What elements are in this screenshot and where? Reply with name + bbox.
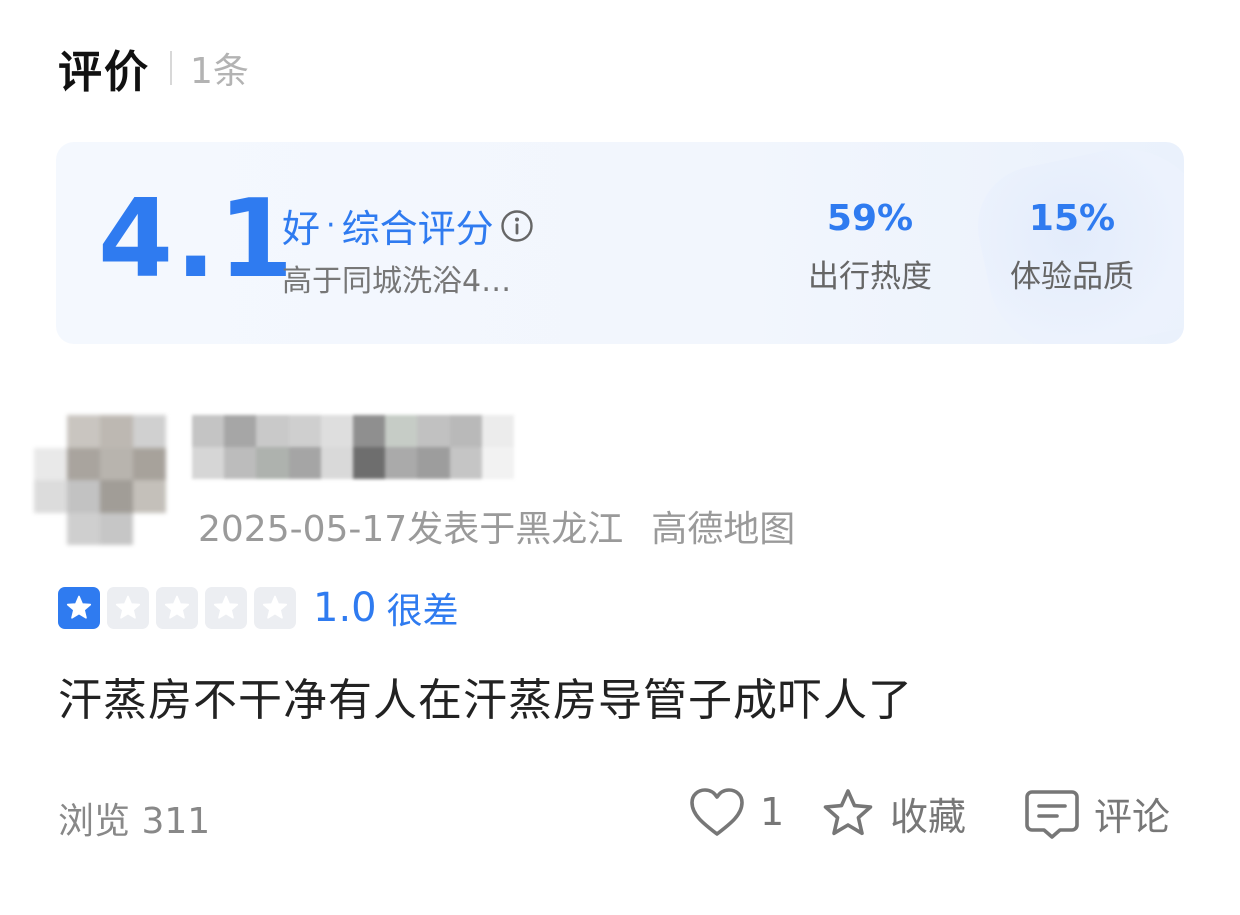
overall-score: 4.1 — [98, 177, 296, 302]
star-empty-icon — [156, 587, 198, 629]
rating-text: 很差 — [386, 591, 459, 632]
review-date-location: 2025-05-17发表于黑龙江 — [198, 509, 624, 550]
comment-label: 评论 — [1094, 795, 1171, 839]
review-content: 汗蒸房不干净有人在汗蒸房导管子成吓人了 — [58, 675, 913, 726]
stat-label: 体验品质 — [1010, 259, 1134, 295]
review-rating: 1.0 很差 — [58, 582, 459, 634]
score-comparison: 高于同城洗浴4… — [282, 264, 512, 299]
star-filled-icon — [58, 587, 100, 629]
heart-icon — [690, 788, 744, 836]
reviews-header: 评价 1条 — [58, 40, 249, 98]
review-count: 1条 — [190, 51, 249, 92]
stat-experience-quality: 15% 体验品质 — [1002, 198, 1142, 296]
star-empty-icon — [205, 587, 247, 629]
view-count: 浏览 311 — [58, 801, 211, 842]
rating-value: 1.0 — [313, 585, 377, 631]
stat-value: 15% — [1028, 198, 1116, 239]
score-label: 综合评分 — [341, 207, 494, 251]
info-icon[interactable] — [500, 209, 534, 243]
like-button[interactable]: 1 — [688, 786, 784, 838]
score-level-row[interactable]: 好 · 综合评分 — [282, 198, 534, 253]
comment-icon — [1025, 789, 1079, 839]
stat-value: 59% — [826, 198, 914, 239]
avatar[interactable] — [34, 415, 166, 545]
score-level: 好 — [282, 207, 321, 251]
page-title: 评价 — [58, 47, 150, 98]
score-separator: · — [326, 208, 336, 243]
star-outline-icon — [823, 788, 873, 835]
review-meta: 2025-05-17发表于黑龙江 高德地图 — [198, 500, 795, 552]
comment-button[interactable]: 评论 — [1024, 786, 1170, 841]
stat-label: 出行热度 — [808, 259, 932, 295]
header-divider — [170, 51, 172, 85]
like-count: 1 — [760, 790, 785, 834]
star-empty-icon — [107, 587, 149, 629]
star-empty-icon — [254, 587, 296, 629]
review-source: 高德地图 — [651, 509, 796, 550]
favorite-label: 收藏 — [890, 795, 967, 839]
username-blurred — [192, 415, 514, 479]
favorite-button[interactable]: 收藏 — [820, 786, 966, 841]
stat-travel-heat: 59% 出行热度 — [800, 198, 940, 296]
